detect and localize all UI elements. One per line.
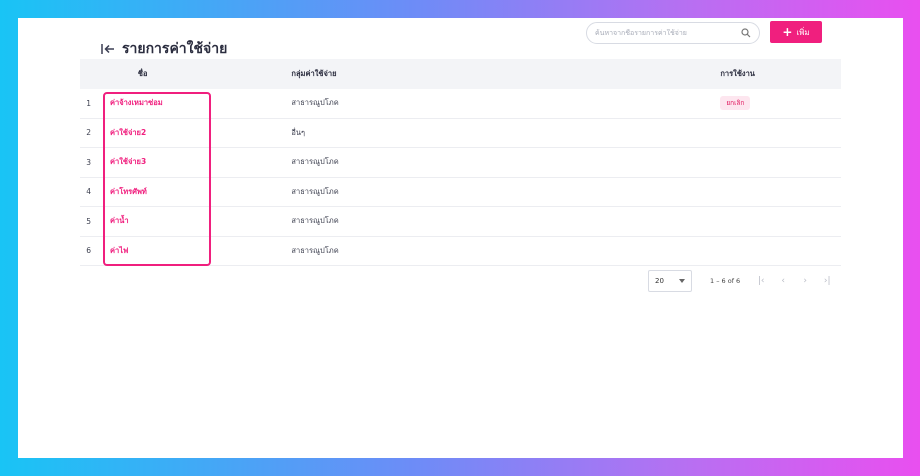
table-row[interactable]: 2 ค่าใช้จ่าย2 อื่นๆ — [80, 119, 841, 148]
column-header-status[interactable]: การใช้งาน — [620, 68, 841, 80]
row-index: 3 — [86, 157, 91, 167]
column-header-name[interactable]: ชื่อ — [108, 68, 292, 80]
expense-group: สาธารณูปโภค — [291, 157, 339, 167]
expense-group: สาธารณูปโภค — [291, 98, 339, 108]
expense-name-link[interactable]: ค่าไฟ — [108, 245, 291, 257]
page-size-value: 20 — [655, 277, 664, 285]
collapse-back-icon[interactable] — [100, 42, 116, 56]
expense-name-link[interactable]: ค่าน้ำ — [108, 215, 291, 227]
expense-table: ชื่อ กลุ่มค่าใช้จ่าย การใช้งาน 1 ค่าจ้าง… — [80, 59, 841, 266]
content-card: รายการค่าใช้จ่าย + เพิ่ม ชื่อ กลุ่มค่าใช… — [18, 18, 903, 458]
last-page-icon[interactable]: ›| — [822, 276, 832, 286]
chevron-down-icon — [679, 279, 685, 283]
next-page-icon[interactable]: › — [800, 276, 810, 286]
first-page-icon[interactable]: |‹ — [756, 276, 766, 286]
expense-group: สาธารณูปโภค — [291, 245, 339, 255]
column-header-group[interactable]: กลุ่มค่าใช้จ่าย — [291, 68, 620, 80]
prev-page-icon[interactable]: ‹ — [778, 276, 788, 286]
table-row[interactable]: 1 ค่าจ้างเหมาซ่อม สาธารณูปโภค ยกเลิก — [80, 89, 841, 119]
row-index: 2 — [86, 128, 91, 138]
page-title: รายการค่าใช้จ่าย — [122, 41, 228, 57]
expense-name-link[interactable]: ค่าใช้จ่าย3 — [108, 156, 291, 168]
expense-name-link[interactable]: ค่าใช้จ่าย2 — [108, 127, 291, 139]
row-index: 1 — [86, 98, 91, 108]
status-cell: ยกเลิก — [620, 96, 841, 111]
row-index: 6 — [86, 246, 91, 256]
expense-group: สาธารณูปโภค — [291, 216, 339, 226]
add-button-label: เพิ่ม — [796, 27, 810, 37]
page-header: รายการค่าใช้จ่าย — [100, 38, 227, 60]
table-row[interactable]: 5 ค่าน้ำ สาธารณูปโภค — [80, 207, 841, 237]
page-nav: |‹ ‹ › ›| — [756, 276, 832, 286]
add-button[interactable]: + เพิ่ม — [770, 21, 822, 43]
table-row[interactable]: 3 ค่าใช้จ่าย3 สาธารณูปโภค — [80, 148, 841, 178]
search-input[interactable] — [595, 29, 741, 37]
status-badge: ยกเลิก — [720, 96, 751, 111]
pagination: 20 1 – 6 of 6 |‹ ‹ › ›| — [648, 270, 832, 292]
plus-icon: + — [782, 25, 793, 39]
search-icon[interactable] — [741, 28, 751, 38]
row-index: 5 — [86, 216, 91, 226]
page-range-label: 1 – 6 of 6 — [710, 277, 741, 285]
expense-name-link[interactable]: ค่าจ้างเหมาซ่อม — [108, 97, 291, 109]
table-header: ชื่อ กลุ่มค่าใช้จ่าย การใช้งาน — [80, 59, 841, 89]
expense-group: อื่นๆ — [291, 127, 306, 137]
expense-group: สาธารณูปโภค — [291, 186, 339, 196]
row-index: 4 — [86, 187, 91, 197]
table-row[interactable]: 6 ค่าไฟ สาธารณูปโภค — [80, 237, 841, 266]
table-row[interactable]: 4 ค่าโทรศัพท์ สาธารณูปโภค — [80, 178, 841, 207]
expense-name-link[interactable]: ค่าโทรศัพท์ — [108, 186, 291, 198]
page-size-select[interactable]: 20 — [648, 270, 692, 292]
search-box[interactable] — [586, 22, 760, 44]
